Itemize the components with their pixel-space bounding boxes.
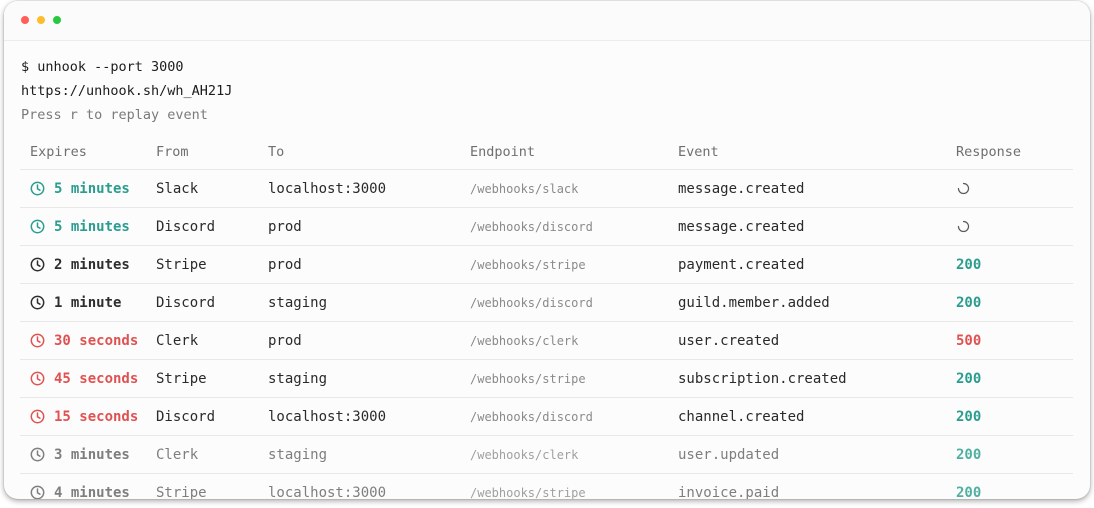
- terminal-window: $ unhook --port 3000 https://unhook.sh/w…: [4, 1, 1090, 499]
- event-cell: user.created: [678, 332, 780, 349]
- loading-spinner-icon: [957, 220, 970, 233]
- event-cell: message.created: [678, 180, 805, 197]
- clock-icon: [30, 181, 45, 196]
- response-cell: 200: [956, 408, 982, 425]
- clock-icon: [30, 409, 45, 424]
- event-cell: channel.created: [678, 408, 805, 425]
- endpoint-cell: /webhooks/stripe: [470, 257, 586, 272]
- table-row[interactable]: 3 minutes Clerk staging/webhooks/clerk user…: [20, 436, 1073, 474]
- endpoint-cell: /webhooks/discord: [470, 295, 593, 310]
- header-expires: Expires: [30, 144, 87, 160]
- maximize-window-button[interactable]: [53, 16, 61, 24]
- clock-icon: [30, 333, 45, 348]
- clock-icon: [30, 485, 45, 499]
- expires-cell: 4 minutes: [30, 474, 130, 499]
- response-cell: [956, 170, 970, 207]
- table-row[interactable]: 4 minutes Stripe localhost:3000/webhooks/s…: [20, 474, 1073, 499]
- clock-icon: [30, 219, 45, 234]
- event-cell: user.updated: [678, 446, 780, 463]
- endpoint-cell: /webhooks/clerk: [470, 447, 579, 462]
- endpoint-cell: /webhooks/slack: [470, 181, 579, 196]
- event-cell: subscription.created: [678, 370, 847, 387]
- title-bar: [4, 1, 1090, 41]
- to-cell: prod: [268, 332, 302, 349]
- event-cell: message.created: [678, 218, 805, 235]
- expires-cell: 45 seconds: [30, 360, 138, 397]
- from-cell: Clerk: [156, 332, 199, 349]
- to-cell: prod: [268, 218, 302, 235]
- from-cell: Discord: [156, 218, 216, 235]
- endpoint-cell: /webhooks/stripe: [470, 371, 586, 386]
- response-cell: 200: [956, 446, 982, 463]
- header-response: Response: [956, 144, 1022, 160]
- table-row[interactable]: 45 seconds Stripe staging/webhooks/stripe s…: [20, 360, 1073, 398]
- table-header: Expires From To Endpoint Event Response: [20, 133, 1073, 170]
- table-row[interactable]: 2 minutes Stripe prod/webhooks/stripe payme…: [20, 246, 1073, 284]
- table-row[interactable]: 30 seconds Clerk prod/webhooks/clerk user.c…: [20, 322, 1073, 360]
- loading-spinner-icon: [957, 182, 970, 195]
- expires-text: 1 minute: [54, 294, 122, 311]
- endpoint-cell: /webhooks/discord: [470, 409, 593, 424]
- from-cell: Slack: [156, 180, 199, 197]
- replay-hint: Press r to replay event: [21, 107, 208, 123]
- clock-icon: [30, 371, 45, 386]
- expires-text: 2 minutes: [54, 256, 130, 273]
- table-row[interactable]: 15 seconds Discord localhost:3000/webhooks…: [20, 398, 1073, 436]
- event-cell: invoice.paid: [678, 484, 780, 500]
- table-row[interactable]: 1 minute Discord staging/webhooks/discord g…: [20, 284, 1073, 322]
- to-cell: staging: [268, 446, 328, 463]
- expires-cell: 30 seconds: [30, 322, 138, 359]
- expires-cell: 3 minutes: [30, 436, 130, 473]
- expires-text: 45 seconds: [54, 370, 139, 387]
- expires-text: 30 seconds: [54, 332, 139, 349]
- expires-cell: 15 seconds: [30, 398, 138, 435]
- response-cell: 200: [956, 370, 982, 387]
- endpoint-cell: /webhooks/stripe: [470, 485, 586, 500]
- response-cell: 200: [956, 294, 982, 311]
- command-line: $ unhook --port 3000: [21, 59, 184, 75]
- expires-cell: 5 minutes: [30, 208, 130, 245]
- to-cell: prod: [268, 256, 302, 273]
- endpoint-cell: /webhooks/clerk: [470, 333, 579, 348]
- response-cell: 200: [956, 256, 982, 273]
- to-cell: staging: [268, 370, 328, 387]
- webhook-url[interactable]: https://unhook.sh/wh_AH21J: [21, 82, 232, 100]
- event-cell: payment.created: [678, 256, 805, 273]
- clock-icon: [30, 295, 45, 310]
- expires-text: 5 minutes: [54, 218, 130, 235]
- to-cell: localhost:3000: [268, 484, 387, 500]
- expires-cell: 5 minutes: [30, 170, 130, 207]
- events-table: Expires From To Endpoint Event Response …: [20, 133, 1073, 499]
- event-cell: guild.member.added: [678, 294, 830, 311]
- close-window-button[interactable]: [21, 16, 29, 24]
- expires-text: 15 seconds: [54, 408, 139, 425]
- from-cell: Stripe: [156, 370, 207, 387]
- table-row[interactable]: 5 minutes Slack localhost:3000/webhooks/sl…: [20, 170, 1073, 208]
- response-cell: 200: [956, 484, 982, 500]
- header-endpoint: Endpoint: [470, 144, 536, 160]
- header-event: Event: [678, 144, 719, 160]
- table-row[interactable]: 5 minutes Discord prod/webhooks/discord mes…: [20, 208, 1073, 246]
- to-cell: staging: [268, 294, 328, 311]
- header-from: From: [156, 144, 189, 160]
- expires-text: 5 minutes: [54, 180, 130, 197]
- expires-text: 4 minutes: [54, 484, 130, 500]
- minimize-window-button[interactable]: [37, 16, 45, 24]
- endpoint-cell: /webhooks/discord: [470, 219, 593, 234]
- from-cell: Clerk: [156, 446, 199, 463]
- from-cell: Stripe: [156, 256, 207, 273]
- from-cell: Discord: [156, 408, 216, 425]
- response-cell: 500: [956, 332, 982, 349]
- to-cell: localhost:3000: [268, 408, 387, 425]
- header-to: To: [268, 144, 285, 160]
- response-cell: [956, 208, 970, 245]
- from-cell: Discord: [156, 294, 216, 311]
- expires-text: 3 minutes: [54, 446, 130, 463]
- from-cell: Stripe: [156, 484, 207, 500]
- clock-icon: [30, 257, 45, 272]
- expires-cell: 2 minutes: [30, 246, 130, 283]
- expires-cell: 1 minute: [30, 284, 121, 321]
- to-cell: localhost:3000: [268, 180, 387, 197]
- clock-icon: [30, 447, 45, 462]
